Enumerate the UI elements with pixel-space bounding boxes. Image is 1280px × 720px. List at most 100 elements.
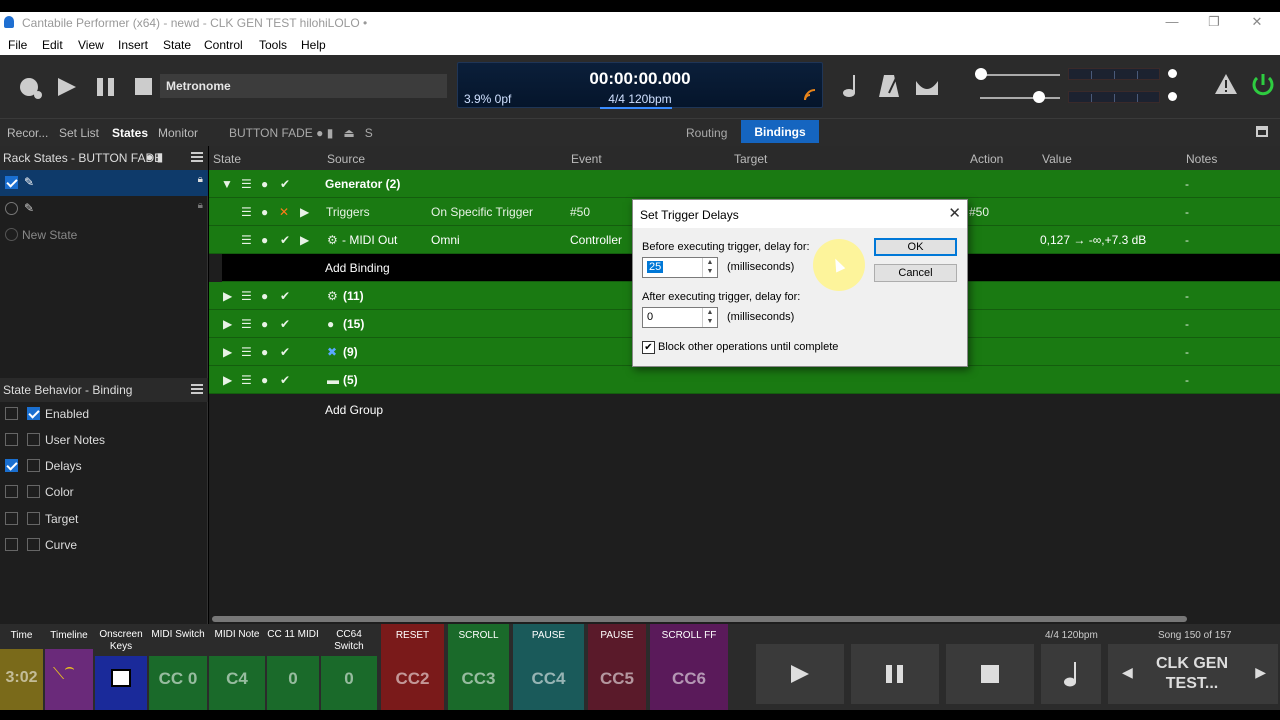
state-radio[interactable]	[5, 202, 18, 215]
behavior-row-target[interactable]: Target	[0, 506, 208, 532]
enabled-check-icon[interactable]: ✔	[280, 373, 290, 387]
drag-handle-icon[interactable]: ☰	[241, 205, 252, 219]
expand-icon[interactable]: ▶	[223, 373, 232, 387]
menu-insert[interactable]: Insert	[118, 38, 148, 52]
record-dot-icon[interactable]: ●	[261, 289, 268, 303]
warning-icon[interactable]	[1214, 73, 1238, 98]
song-selector[interactable]: ◀ CLK GEN TEST... ▶	[1108, 644, 1278, 704]
enabled-check-icon[interactable]: ✔	[280, 317, 290, 331]
behavior-lock-checkbox[interactable]	[5, 407, 18, 420]
expand-icon[interactable]: ▶	[223, 317, 232, 331]
behavior-lock-checkbox[interactable]	[5, 485, 18, 498]
midi-switch-button[interactable]: MIDI Switch CC 0	[149, 624, 207, 710]
rack-settings-icon[interactable]: ▮	[327, 126, 334, 140]
menu-file[interactable]: File	[8, 38, 27, 52]
dialog-close-icon[interactable]: ✕	[948, 204, 961, 222]
behavior-row-curve[interactable]: Curve	[0, 532, 208, 558]
add-group-link[interactable]: Add Group	[325, 403, 383, 417]
cc64-button[interactable]: CC64 Switch 0	[321, 624, 377, 710]
menu-view[interactable]: View	[78, 38, 104, 52]
pause-cc4-button[interactable]: PAUSE CC4	[513, 624, 584, 710]
expand-icon[interactable]: ▶	[223, 289, 232, 303]
rack-record-icon[interactable]: ●	[316, 126, 323, 140]
play-trigger-icon[interactable]: ▶	[300, 205, 309, 219]
col-action[interactable]: Action	[970, 152, 1003, 166]
col-target[interactable]: Target	[734, 152, 767, 166]
col-value[interactable]: Value	[1042, 152, 1072, 166]
record-dot-icon[interactable]: ●	[261, 345, 268, 359]
drag-handle-icon[interactable]: ☰	[241, 289, 252, 303]
drag-handle-icon[interactable]: ☰	[241, 317, 252, 331]
behavior-lock-checkbox[interactable]	[5, 538, 18, 551]
record-dot-icon[interactable]: ●	[261, 177, 268, 191]
state-active-checkbox[interactable]	[5, 176, 18, 189]
behavior-lock-checkbox[interactable]	[5, 512, 18, 525]
binding-group-row[interactable]: ▶ ☰ ● ✔ ▬ (5) -	[209, 366, 1280, 394]
bottom-pause-button[interactable]	[851, 644, 939, 704]
cc11-button[interactable]: CC 11 MIDI 0	[267, 624, 319, 710]
record-dot-icon[interactable]: ●	[261, 373, 268, 387]
stop-button[interactable]	[133, 76, 157, 100]
record-dot-icon[interactable]: ●	[261, 317, 268, 331]
disabled-x-icon[interactable]: ✕	[279, 205, 289, 219]
timeline-button[interactable]: Timeline ⟍⁀	[45, 624, 93, 710]
record-dot-icon[interactable]: ●	[261, 233, 268, 247]
reset-button[interactable]: RESET CC2	[381, 624, 444, 710]
collapse-icon[interactable]: ▼	[221, 177, 233, 191]
behavior-row-user-notes[interactable]: User Notes	[0, 427, 208, 453]
keyboard-fade-icon[interactable]	[914, 75, 940, 100]
behavior-checkbox[interactable]	[27, 512, 40, 525]
rack-eject-icon[interactable]: ⏏	[343, 126, 354, 140]
horizontal-scrollbar[interactable]	[209, 614, 1280, 624]
behavior-lock-checkbox[interactable]	[5, 433, 18, 446]
state-behavior-menu-icon[interactable]	[191, 384, 203, 394]
close-window-button[interactable]: ✕	[1245, 14, 1269, 32]
tab-states[interactable]: States	[112, 126, 148, 140]
behavior-row-enabled[interactable]: Enabled	[0, 401, 208, 427]
scroll-button[interactable]: SCROLL CC3	[448, 624, 509, 710]
new-state-row[interactable]: New State	[0, 222, 208, 248]
behavior-checkbox[interactable]	[27, 538, 40, 551]
spinner-arrows-icon[interactable]: ▲ ▼	[702, 258, 717, 277]
menu-control[interactable]: Control	[204, 38, 243, 52]
enabled-check-icon[interactable]: ✔	[280, 177, 290, 191]
spinner-arrows-icon[interactable]: ▲ ▼	[702, 308, 717, 327]
metronome-name-field[interactable]: Metronome	[160, 74, 447, 98]
input-level-slider[interactable]	[980, 74, 1060, 76]
pause-button[interactable]	[95, 76, 119, 100]
col-notes[interactable]: Notes	[1186, 152, 1217, 166]
cancel-button[interactable]: Cancel	[874, 264, 957, 282]
drag-handle-icon[interactable]: ☰	[241, 177, 252, 191]
prev-song-icon[interactable]: ◀	[1122, 664, 1133, 681]
rack-state-row[interactable]: ✎ 🔒︎	[0, 170, 208, 196]
power-icon[interactable]	[1250, 72, 1276, 101]
bottom-stop-button[interactable]	[946, 644, 1034, 704]
play-trigger-icon[interactable]: ▶	[300, 233, 309, 247]
minimize-button[interactable]: —	[1160, 14, 1184, 32]
enabled-check-icon[interactable]: ✔	[280, 233, 290, 247]
layout-toggle-icon[interactable]	[1256, 126, 1268, 137]
menu-edit[interactable]: Edit	[42, 38, 63, 52]
onscreen-keys-button[interactable]: Onscreen Keys	[95, 624, 147, 710]
record-dot-icon[interactable]: ●	[261, 205, 268, 219]
after-delay-input[interactable]: 0 ▲ ▼	[642, 307, 718, 328]
metronome-note-icon[interactable]	[842, 73, 862, 102]
behavior-checkbox[interactable]	[27, 433, 40, 446]
expand-icon[interactable]: ▶	[223, 345, 232, 359]
tab-routing[interactable]: Routing	[686, 126, 727, 140]
tab-monitor[interactable]: Monitor	[158, 126, 198, 140]
binding-group-row[interactable]: ▼ ☰ ● ✔ Generator (2) -	[209, 170, 1280, 198]
bottom-metronome-button[interactable]	[1041, 644, 1101, 704]
lock-icon[interactable]: 🔒︎	[198, 200, 203, 211]
next-song-icon[interactable]: ▶	[1255, 664, 1266, 681]
rack-suffix[interactable]: S	[365, 126, 373, 140]
behavior-checkbox[interactable]	[27, 485, 40, 498]
col-state[interactable]: State	[213, 152, 241, 166]
before-delay-input[interactable]: 25 ▲ ▼	[642, 257, 718, 278]
tab-bindings[interactable]: Bindings	[741, 120, 819, 143]
behavior-checkbox[interactable]	[27, 407, 40, 420]
enabled-check-icon[interactable]: ✔	[280, 345, 290, 359]
output-level-knob[interactable]	[1033, 91, 1045, 103]
lock-icon[interactable]: 🔒︎	[198, 174, 203, 185]
col-event[interactable]: Event	[571, 152, 602, 166]
